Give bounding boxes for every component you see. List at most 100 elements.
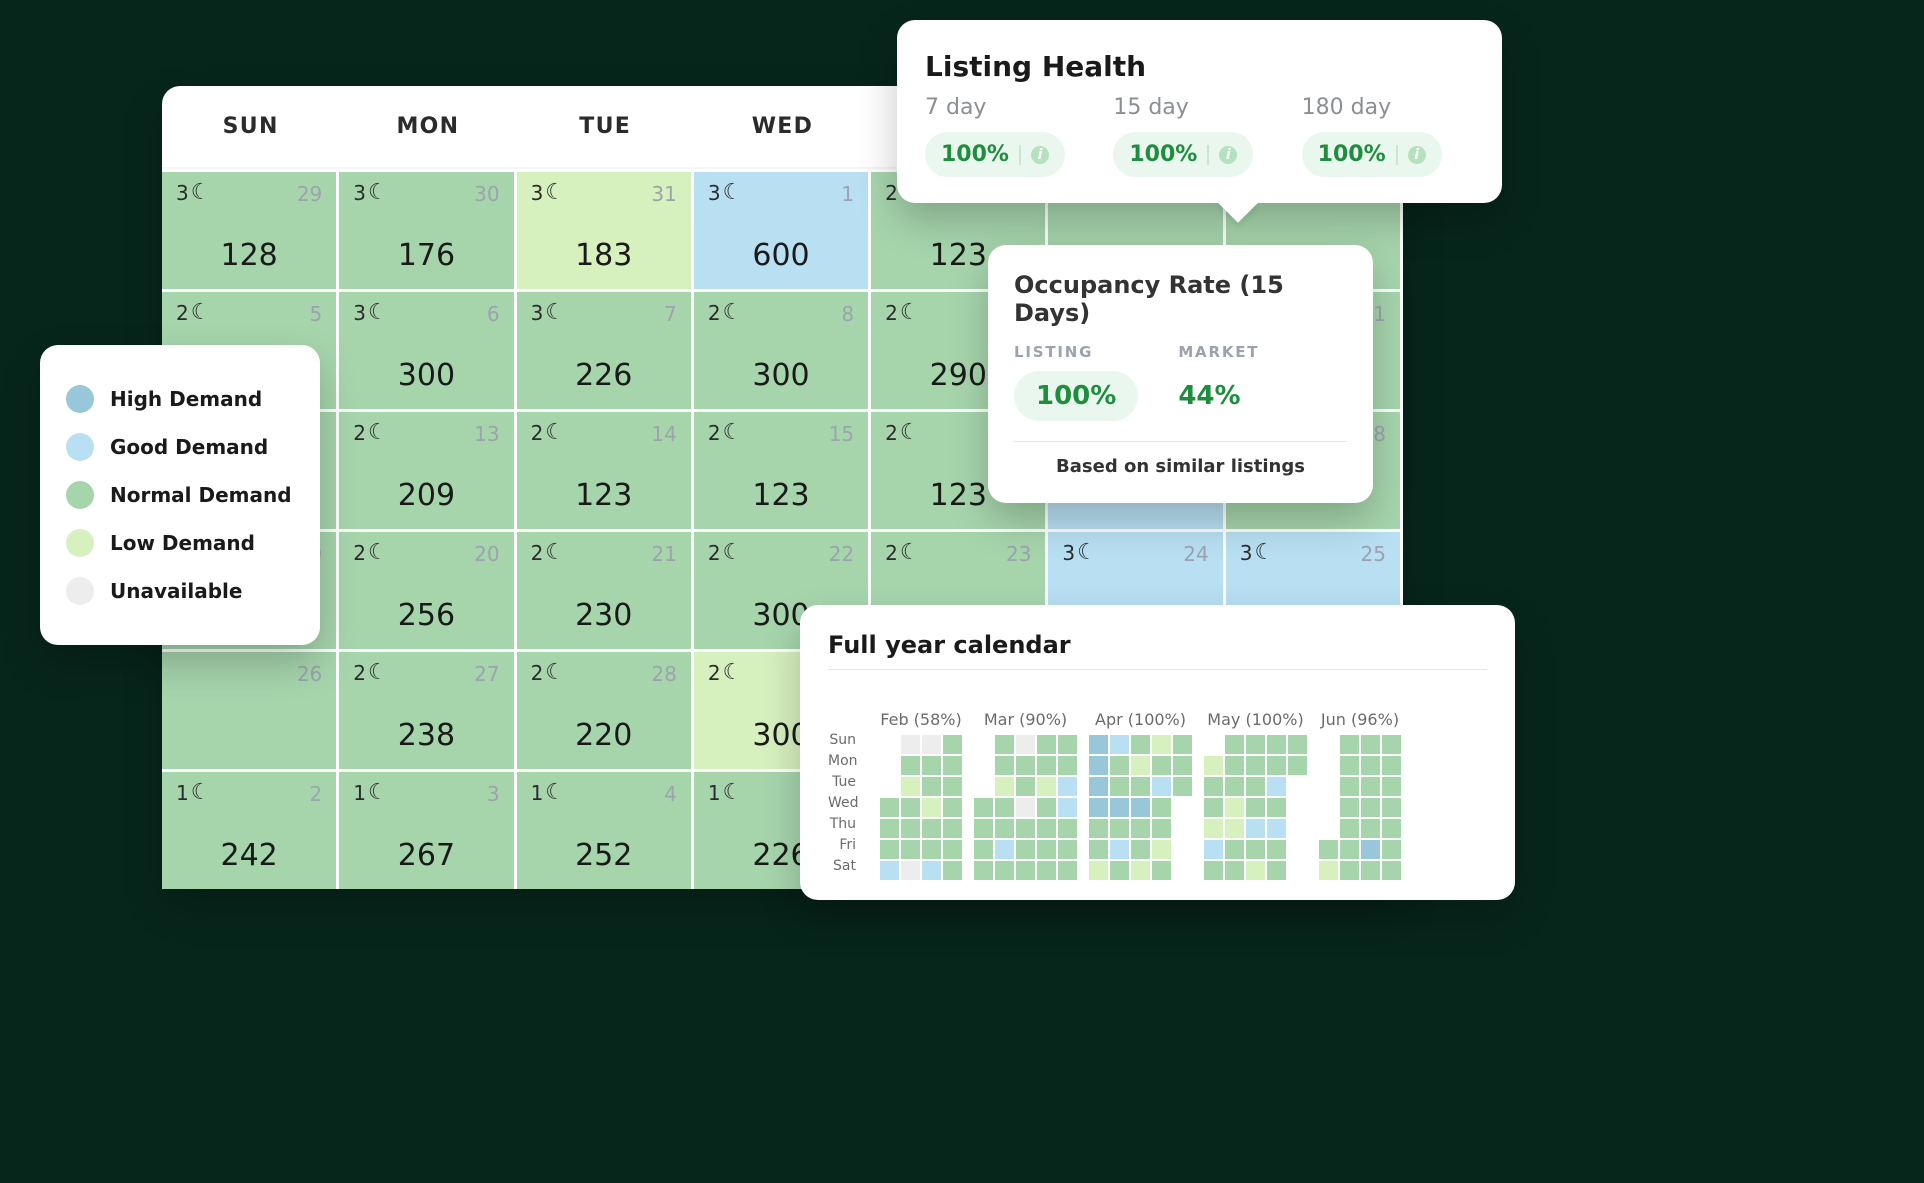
year-day-cell[interactable] <box>995 861 1014 880</box>
year-day-cell[interactable] <box>1173 777 1192 796</box>
year-day-cell[interactable] <box>974 777 993 796</box>
year-day-cell[interactable] <box>1361 819 1380 838</box>
year-day-cell[interactable] <box>1152 777 1171 796</box>
calendar-day[interactable]: 2☾14123 <box>517 409 694 529</box>
year-day-cell[interactable] <box>1246 735 1265 754</box>
year-day-cell[interactable] <box>1267 756 1286 775</box>
calendar-day[interactable]: 3☾7226 <box>517 289 694 409</box>
year-day-cell[interactable] <box>1131 819 1150 838</box>
calendar-day[interactable]: 3☾1600 <box>694 169 871 289</box>
year-day-cell[interactable] <box>1110 819 1129 838</box>
year-day-cell[interactable] <box>1382 798 1401 817</box>
year-day-cell[interactable] <box>1089 840 1108 859</box>
year-day-cell[interactable] <box>1016 735 1035 754</box>
calendar-day[interactable]: 26 <box>162 649 339 769</box>
year-day-cell[interactable] <box>1173 756 1192 775</box>
year-day-cell[interactable] <box>922 840 941 859</box>
year-day-cell[interactable] <box>974 756 993 775</box>
year-day-cell[interactable] <box>1089 777 1108 796</box>
year-day-cell[interactable] <box>995 840 1014 859</box>
calendar-day[interactable]: 2☾13209 <box>339 409 516 529</box>
year-day-cell[interactable] <box>1110 840 1129 859</box>
year-day-cell[interactable] <box>1288 798 1307 817</box>
year-day-cell[interactable] <box>1361 861 1380 880</box>
year-day-cell[interactable] <box>1204 756 1223 775</box>
year-day-cell[interactable] <box>1225 735 1244 754</box>
year-day-cell[interactable] <box>995 798 1014 817</box>
year-day-cell[interactable] <box>1340 735 1359 754</box>
calendar-day[interactable]: 2☾21230 <box>517 529 694 649</box>
year-day-cell[interactable] <box>922 819 941 838</box>
calendar-day[interactable]: 1☾2242 <box>162 769 339 889</box>
year-day-cell[interactable] <box>1058 840 1077 859</box>
year-day-cell[interactable] <box>1225 819 1244 838</box>
year-day-cell[interactable] <box>1361 735 1380 754</box>
year-day-cell[interactable] <box>1288 777 1307 796</box>
year-day-cell[interactable] <box>880 840 899 859</box>
year-day-cell[interactable] <box>880 819 899 838</box>
health-pill[interactable]: 100%i <box>1113 132 1253 177</box>
year-day-cell[interactable] <box>922 735 941 754</box>
year-day-cell[interactable] <box>995 756 1014 775</box>
year-day-cell[interactable] <box>1173 861 1192 880</box>
year-day-cell[interactable] <box>1110 777 1129 796</box>
year-day-cell[interactable] <box>943 798 962 817</box>
year-day-cell[interactable] <box>1016 777 1035 796</box>
year-day-cell[interactable] <box>922 777 941 796</box>
calendar-day[interactable]: 3☾31183 <box>517 169 694 289</box>
year-day-cell[interactable] <box>1382 861 1401 880</box>
year-day-cell[interactable] <box>1204 861 1223 880</box>
year-day-cell[interactable] <box>1152 798 1171 817</box>
year-day-cell[interactable] <box>1382 735 1401 754</box>
year-day-cell[interactable] <box>901 756 920 775</box>
year-day-cell[interactable] <box>1204 777 1223 796</box>
year-day-cell[interactable] <box>922 861 941 880</box>
year-day-cell[interactable] <box>1058 777 1077 796</box>
year-day-cell[interactable] <box>995 735 1014 754</box>
year-day-cell[interactable] <box>880 756 899 775</box>
year-day-cell[interactable] <box>1058 735 1077 754</box>
year-day-cell[interactable] <box>1382 819 1401 838</box>
year-day-cell[interactable] <box>1246 798 1265 817</box>
year-day-cell[interactable] <box>1319 756 1338 775</box>
year-day-cell[interactable] <box>1319 819 1338 838</box>
year-day-cell[interactable] <box>1267 819 1286 838</box>
year-day-cell[interactable] <box>1204 735 1223 754</box>
year-day-cell[interactable] <box>1267 735 1286 754</box>
year-day-cell[interactable] <box>995 777 1014 796</box>
year-day-cell[interactable] <box>1361 777 1380 796</box>
health-pill[interactable]: 100%i <box>1302 132 1442 177</box>
year-day-cell[interactable] <box>974 735 993 754</box>
year-day-cell[interactable] <box>1246 777 1265 796</box>
year-day-cell[interactable] <box>1173 735 1192 754</box>
year-day-cell[interactable] <box>1131 840 1150 859</box>
year-day-cell[interactable] <box>1173 819 1192 838</box>
calendar-day[interactable]: 2☾20256 <box>339 529 516 649</box>
year-day-cell[interactable] <box>1058 819 1077 838</box>
year-day-cell[interactable] <box>1173 798 1192 817</box>
year-day-cell[interactable] <box>1225 861 1244 880</box>
health-pill[interactable]: 100%i <box>925 132 1065 177</box>
year-day-cell[interactable] <box>943 819 962 838</box>
year-day-cell[interactable] <box>1382 777 1401 796</box>
year-day-cell[interactable] <box>1037 861 1056 880</box>
year-day-cell[interactable] <box>1319 735 1338 754</box>
year-day-cell[interactable] <box>1361 798 1380 817</box>
year-day-cell[interactable] <box>1340 777 1359 796</box>
year-day-cell[interactable] <box>901 798 920 817</box>
year-day-cell[interactable] <box>1340 819 1359 838</box>
year-day-cell[interactable] <box>1288 756 1307 775</box>
year-day-cell[interactable] <box>1225 840 1244 859</box>
year-day-cell[interactable] <box>880 798 899 817</box>
year-day-cell[interactable] <box>922 756 941 775</box>
year-day-cell[interactable] <box>1267 840 1286 859</box>
info-icon[interactable]: i <box>1219 146 1237 164</box>
year-day-cell[interactable] <box>1089 798 1108 817</box>
year-day-cell[interactable] <box>974 819 993 838</box>
year-day-cell[interactable] <box>1382 840 1401 859</box>
year-day-cell[interactable] <box>1131 735 1150 754</box>
year-day-cell[interactable] <box>1058 756 1077 775</box>
year-day-cell[interactable] <box>1058 798 1077 817</box>
calendar-day[interactable]: 1☾3267 <box>339 769 516 889</box>
year-day-cell[interactable] <box>1340 798 1359 817</box>
